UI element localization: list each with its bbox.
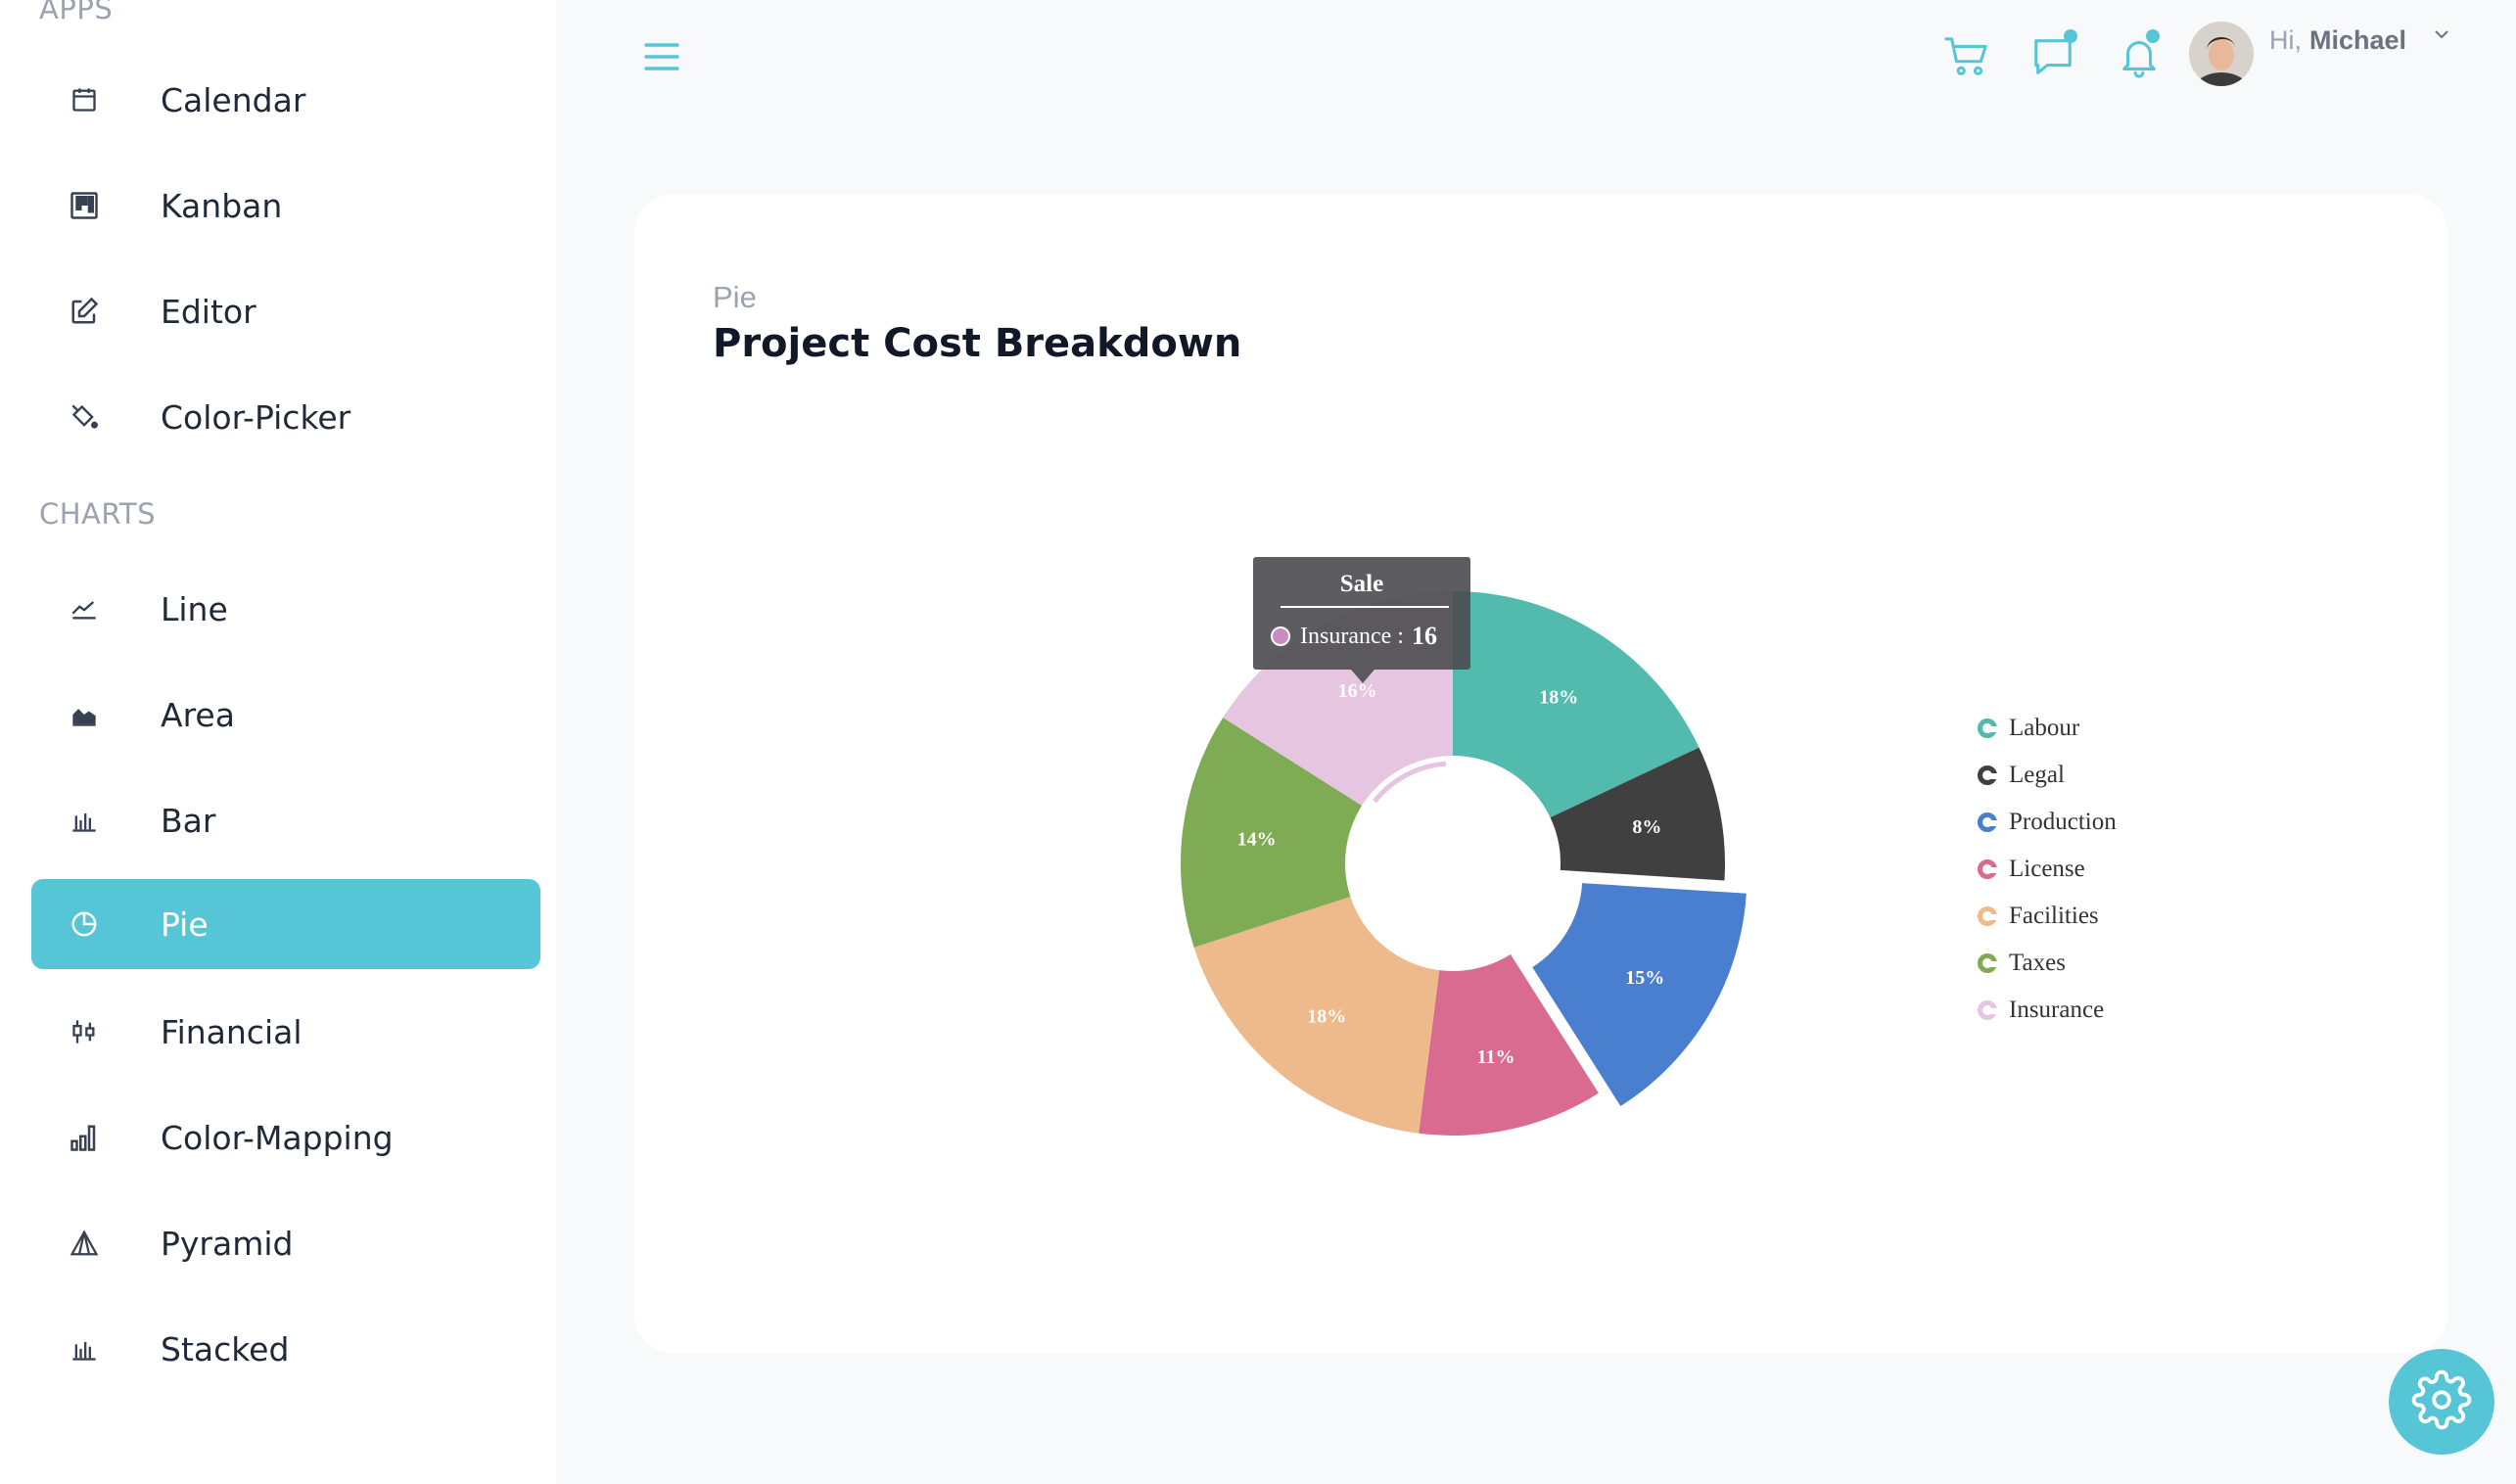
pyramid-icon bbox=[61, 1229, 108, 1258]
chart-legend: Labour Legal Production License Facilities Ta… bbox=[1978, 705, 2117, 1034]
bell-notification-dot bbox=[2146, 29, 2160, 43]
sidebar-item-label: Bar bbox=[161, 801, 216, 840]
gear-icon bbox=[2411, 1369, 2472, 1435]
cart-icon[interactable] bbox=[1944, 33, 1989, 78]
sidebar-item-color-mapping[interactable]: Color-Mapping bbox=[31, 1092, 540, 1183]
tooltip-header: Sale bbox=[1339, 571, 1384, 597]
avatar[interactable] bbox=[2189, 22, 2254, 86]
tooltip-divider bbox=[1281, 606, 1449, 608]
sidebar-item-color-picker[interactable]: Color-Picker bbox=[31, 372, 540, 462]
pie-chart: 18% 8% 15% 11% 18% 14% 16% bbox=[1181, 591, 1747, 1136]
sidebar-item-pyramid[interactable]: Pyramid bbox=[31, 1198, 540, 1288]
sidebar-item-label: Line bbox=[161, 589, 228, 628]
legend-marker bbox=[1978, 812, 1998, 832]
legend-label: Taxes bbox=[2009, 950, 2066, 976]
legend-label: License bbox=[2009, 856, 2085, 882]
legend-item-insurance[interactable]: Insurance bbox=[1978, 987, 2117, 1034]
chevron-down-icon[interactable] bbox=[2432, 25, 2451, 45]
line-chart-icon bbox=[61, 595, 108, 623]
legend-label: Legal bbox=[2009, 762, 2065, 788]
sidebar-item-pie[interactable]: Pie bbox=[31, 879, 540, 969]
chart-card: Pie Project Cost Breakdown 18% 8% 15% 11% 18… bbox=[634, 194, 2447, 1353]
sidebar-item-label: Pie bbox=[161, 904, 209, 944]
tooltip-marker bbox=[1271, 626, 1290, 646]
sidebar-item-stacked[interactable]: Stacked bbox=[31, 1304, 540, 1394]
settings-button[interactable] bbox=[2389, 1349, 2494, 1455]
tooltip-label: Insurance : bbox=[1300, 623, 1404, 649]
legend-marker bbox=[1978, 906, 1998, 926]
sidebar-item-label: Color-Picker bbox=[161, 397, 351, 437]
calendar-icon bbox=[61, 86, 108, 114]
sidebar: APPS Calendar Kanban Editor Color-Picker… bbox=[0, 0, 556, 1484]
greeting-text: Hi, bbox=[2269, 25, 2302, 55]
legend-marker bbox=[1978, 765, 1998, 785]
paint-bucket-icon bbox=[61, 403, 108, 431]
edit-icon bbox=[61, 297, 108, 326]
candlestick-icon bbox=[61, 1018, 108, 1045]
legend-item-facilities[interactable]: Facilities bbox=[1978, 893, 2117, 940]
sidebar-item-label: Financial bbox=[161, 1012, 303, 1051]
legend-label: Production bbox=[2009, 809, 2117, 835]
sidebar-item-label: Stacked bbox=[161, 1329, 290, 1368]
sidebar-item-kanban[interactable]: Kanban bbox=[31, 161, 540, 251]
sidebar-item-label: Color-Mapping bbox=[161, 1118, 394, 1157]
menu-toggle-icon[interactable] bbox=[642, 39, 681, 74]
legend-marker bbox=[1978, 953, 1998, 973]
bell-icon[interactable] bbox=[2117, 29, 2162, 78]
bar-chart-icon bbox=[61, 807, 108, 834]
legend-item-labour[interactable]: Labour bbox=[1978, 705, 2117, 752]
data-label-legal: 8% bbox=[1632, 816, 1661, 838]
user-name: Michael bbox=[2309, 25, 2407, 55]
legend-label: Insurance bbox=[2009, 997, 2105, 1023]
user-greeting[interactable]: Hi, Michael bbox=[2269, 25, 2406, 56]
legend-marker bbox=[1978, 719, 1998, 738]
legend-label: Facilities bbox=[2009, 903, 2099, 929]
stacked-bar-icon bbox=[61, 1335, 108, 1363]
legend-marker bbox=[1978, 859, 1998, 879]
legend-marker bbox=[1978, 1000, 1998, 1020]
sidebar-item-editor[interactable]: Editor bbox=[31, 266, 540, 356]
sidebar-item-calendar[interactable]: Calendar bbox=[31, 55, 540, 145]
sidebar-item-area[interactable]: Area bbox=[31, 670, 540, 760]
data-label-labour: 18% bbox=[1539, 686, 1578, 708]
chart-tooltip: Sale Insurance : 16 bbox=[1253, 557, 1470, 683]
legend-item-legal[interactable]: Legal bbox=[1978, 752, 2117, 799]
data-label-production: 15% bbox=[1625, 967, 1664, 989]
sidebar-item-label: Editor bbox=[161, 292, 256, 331]
kanban-icon bbox=[61, 191, 108, 220]
column-chart-icon bbox=[61, 1123, 108, 1152]
sidebar-item-label: Calendar bbox=[161, 80, 306, 119]
data-label-facilities: 18% bbox=[1307, 1006, 1346, 1028]
legend-item-taxes[interactable]: Taxes bbox=[1978, 940, 2117, 987]
sidebar-item-bar[interactable]: Bar bbox=[31, 775, 540, 865]
data-label-taxes: 14% bbox=[1237, 829, 1277, 851]
legend-label: Labour bbox=[2009, 715, 2080, 741]
section-title-apps: APPS bbox=[39, 0, 114, 25]
pie-chart-icon bbox=[61, 909, 108, 939]
area-chart-icon bbox=[61, 701, 108, 728]
chat-notification-dot bbox=[2064, 29, 2077, 43]
tooltip-body: Insurance : 16 bbox=[1271, 622, 1437, 651]
data-label-license: 11% bbox=[1477, 1046, 1515, 1068]
sidebar-item-label: Kanban bbox=[161, 186, 283, 225]
chat-icon[interactable] bbox=[2030, 29, 2077, 78]
data-label-insurance: 16% bbox=[1338, 680, 1377, 702]
tooltip-value: 16 bbox=[1411, 622, 1437, 650]
tooltip-arrow bbox=[1351, 670, 1374, 683]
legend-item-license[interactable]: License bbox=[1978, 846, 2117, 893]
sidebar-item-financial[interactable]: Financial bbox=[31, 987, 540, 1077]
sidebar-item-line[interactable]: Line bbox=[31, 564, 540, 654]
legend-item-production[interactable]: Production bbox=[1978, 799, 2117, 846]
section-title-charts: CHARTS bbox=[39, 497, 157, 531]
sidebar-item-label: Pyramid bbox=[161, 1224, 294, 1263]
sidebar-item-label: Area bbox=[161, 695, 235, 734]
